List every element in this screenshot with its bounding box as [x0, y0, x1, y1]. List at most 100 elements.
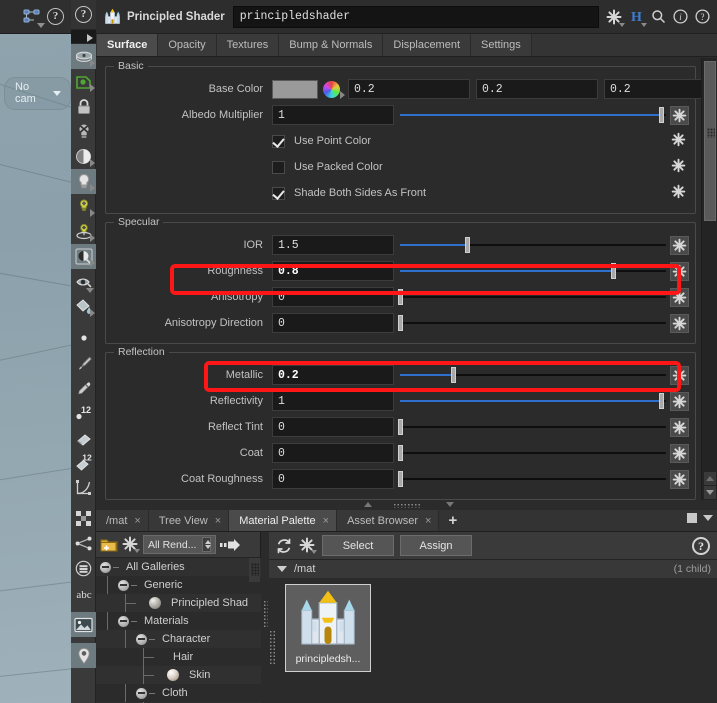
fill-icon[interactable] — [71, 425, 96, 450]
node-connect-icon[interactable] — [71, 531, 96, 556]
tab-surface[interactable]: Surface — [97, 34, 158, 56]
layers-circle-icon[interactable] — [71, 556, 96, 581]
scroll-down-button[interactable] — [704, 486, 716, 499]
gear-icon[interactable] — [299, 537, 316, 554]
slider-handle[interactable] — [398, 419, 403, 435]
collapse-toggle-icon[interactable] — [118, 580, 129, 591]
view-display-options-icon[interactable] — [71, 44, 96, 69]
collapse-toggle-icon[interactable] — [136, 634, 147, 645]
gear-icon[interactable] — [671, 132, 689, 150]
tab-opacity[interactable]: Opacity — [158, 34, 216, 56]
param-slider-albedo-multiplier[interactable] — [400, 105, 666, 125]
param-input-reflect-tint[interactable]: 0 — [272, 417, 394, 437]
parameter-tab-bar[interactable]: SurfaceOpacityTexturesBump & NormalsDisp… — [96, 34, 717, 57]
point-count-12-icon[interactable]: 12 — [71, 400, 96, 425]
color-channel-input-0[interactable]: 0.2 — [348, 79, 470, 99]
bottom-splitter[interactable] — [261, 532, 269, 703]
stepper-icon[interactable] — [202, 537, 211, 552]
curve-icon[interactable] — [71, 475, 96, 500]
gear-icon[interactable] — [670, 236, 689, 255]
gear-icon[interactable] — [670, 262, 689, 281]
select-geometry-icon[interactable] — [71, 69, 96, 94]
gear-icon[interactable] — [670, 314, 689, 333]
param-input-roughness[interactable]: 0.8 — [272, 261, 394, 281]
close-icon[interactable]: × — [134, 515, 140, 527]
maximize-icon[interactable] — [687, 513, 697, 523]
slider-handle[interactable] — [451, 367, 456, 383]
tree-item[interactable]: All Galleries — [96, 558, 261, 576]
scroll-up-button[interactable] — [704, 472, 716, 485]
point-icon[interactable] — [71, 325, 96, 350]
checker-pattern-icon[interactable] — [71, 506, 96, 531]
checkbox-use-packed-color[interactable] — [272, 161, 285, 174]
param-slider-metallic[interactable] — [400, 365, 666, 385]
tree-item[interactable]: Generic — [96, 576, 261, 594]
slider-handle[interactable] — [398, 445, 403, 461]
search-icon[interactable] — [647, 6, 669, 28]
collapse-toggle-icon[interactable] — [118, 616, 129, 627]
close-icon[interactable]: × — [323, 515, 329, 527]
bottom-tab-tree-view[interactable]: Tree View× — [149, 510, 229, 531]
help-icon[interactable]: ? — [47, 8, 64, 25]
tree-item[interactable]: Character — [96, 630, 261, 648]
color-wheel-icon[interactable] — [323, 81, 340, 98]
checkbox-use-point-color[interactable] — [272, 135, 285, 148]
param-input-coat[interactable]: 0 — [272, 443, 394, 463]
chevron-down-icon[interactable] — [703, 515, 713, 521]
collapse-toggle-icon[interactable] — [136, 688, 147, 699]
gear-icon[interactable] — [670, 288, 689, 307]
viewport-tool-sidebar[interactable]: ? 1212abc — [71, 0, 96, 703]
close-icon[interactable]: × — [425, 515, 431, 527]
gear-icon[interactable] — [671, 184, 689, 202]
light-bulb-icon[interactable] — [71, 169, 96, 194]
renderer-filter-dropdown[interactable]: All Rend... — [143, 535, 216, 554]
select-button[interactable]: Select — [322, 535, 394, 556]
panel-splitter[interactable] — [96, 500, 717, 510]
param-slider-coat[interactable] — [400, 443, 666, 463]
tree-item[interactable]: Skin — [96, 666, 261, 684]
new-folder-icon[interactable] — [100, 537, 118, 553]
tree-item[interactable]: Principled Shad — [96, 594, 261, 612]
sidebar-help-button[interactable]: ? — [71, 0, 96, 30]
add-light-icon[interactable] — [71, 194, 96, 219]
light-placement-icon[interactable] — [71, 219, 96, 244]
tab-settings[interactable]: Settings — [471, 34, 532, 56]
brush-icon[interactable] — [71, 350, 96, 375]
palette-path-row[interactable]: /mat (1 child) — [269, 560, 717, 578]
tab-bump-normals[interactable]: Bump & Normals — [279, 34, 383, 56]
paint-eye-icon[interactable] — [71, 269, 96, 294]
slider-handle[interactable] — [398, 289, 403, 305]
sidebar-expand-button[interactable] — [71, 30, 96, 44]
material-sphere-icon[interactable] — [71, 244, 96, 269]
map-pin-icon[interactable] — [71, 643, 96, 668]
gear-icon[interactable] — [670, 106, 689, 125]
slider-handle[interactable] — [398, 315, 403, 331]
bottom-tab-bar[interactable]: /mat×Tree View×Material Palette×Asset Br… — [96, 510, 717, 532]
bottom-tab-asset-browser[interactable]: Asset Browser× — [337, 510, 439, 531]
param-slider-reflectivity[interactable] — [400, 391, 666, 411]
houdini-h-icon[interactable]: H — [625, 6, 647, 28]
slider-handle[interactable] — [659, 107, 664, 123]
slider-handle[interactable] — [398, 471, 403, 487]
color-swatch[interactable] — [272, 80, 318, 99]
tree-item[interactable]: Materials — [96, 612, 261, 630]
tab-textures[interactable]: Textures — [217, 34, 280, 56]
shading-sphere-icon[interactable] — [71, 144, 96, 169]
node-name-input[interactable]: principledshader — [233, 6, 599, 28]
param-slider-reflect-tint[interactable] — [400, 417, 666, 437]
viewport-3d[interactable]: No cam — [0, 34, 71, 703]
param-slider-anisotropy-direction[interactable] — [400, 313, 666, 333]
gear-icon[interactable] — [603, 6, 625, 28]
bottom-tab-material-palette[interactable]: Material Palette× — [229, 510, 337, 531]
network-nodes-icon[interactable] — [23, 9, 41, 24]
refresh-icon[interactable] — [275, 537, 293, 555]
param-input-reflectivity[interactable]: 1 — [272, 391, 394, 411]
parameter-scrollbar[interactable] — [701, 58, 717, 500]
gear-icon[interactable] — [670, 366, 689, 385]
param-slider-coat-roughness[interactable] — [400, 469, 666, 489]
fill-12-icon[interactable]: 12 — [71, 450, 96, 475]
scrollbar-thumb[interactable] — [704, 61, 716, 221]
gear-icon[interactable] — [670, 444, 689, 463]
collapse-toggle-icon[interactable] — [100, 562, 111, 573]
splitter-grip[interactable] — [393, 503, 421, 508]
